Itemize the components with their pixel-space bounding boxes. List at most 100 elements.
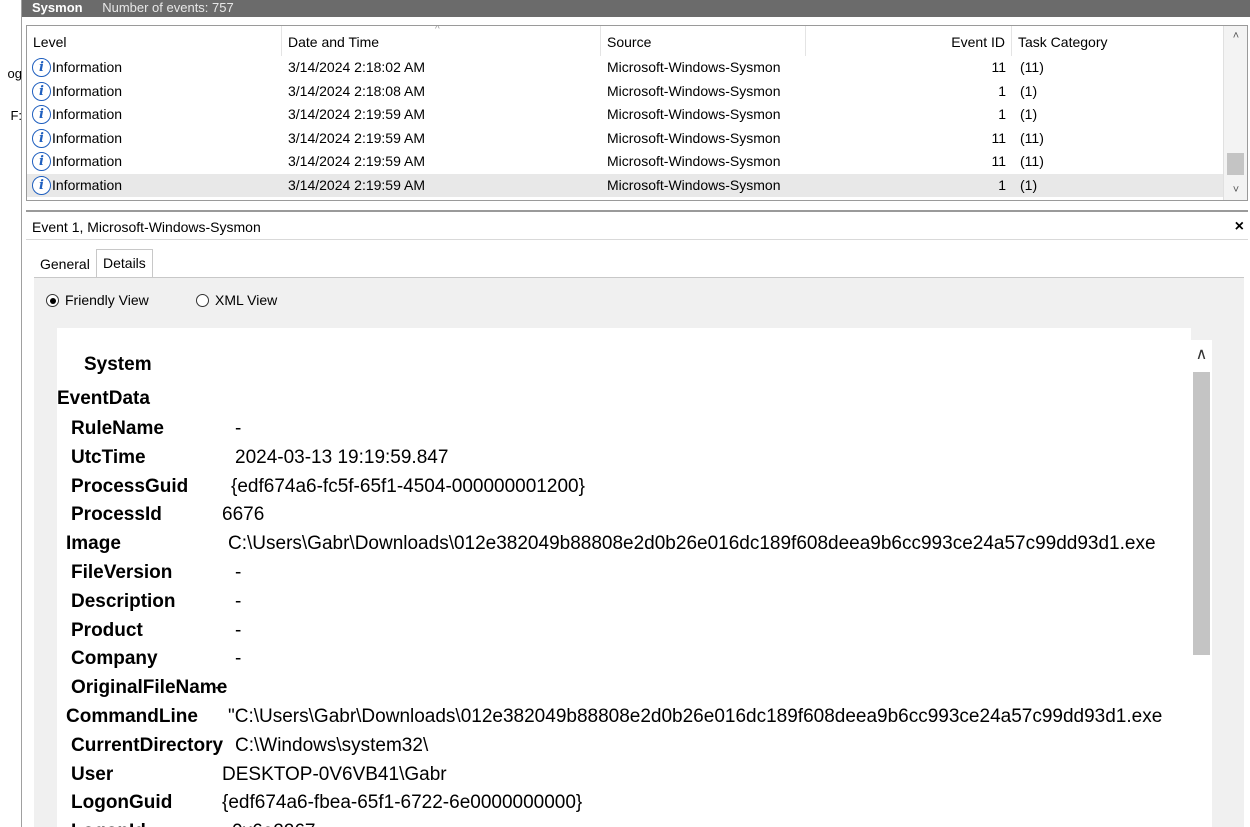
event-row[interactable]: i Information 3/14/2024 2:18:02 AM Microsof… [27, 56, 1225, 80]
event-level: Information [52, 106, 123, 122]
xml-view-option[interactable]: XML View [196, 292, 277, 308]
field-value: C:\Users\Gabr\Downloads\012e382049b88808… [228, 533, 1156, 555]
information-icon: i [32, 81, 51, 101]
close-icon[interactable]: × [1235, 212, 1244, 242]
event-source: Microsoft-Windows-Sysmon [607, 59, 781, 75]
event-list-header: Level Date and Time ^ Source Event ID Ta… [27, 26, 1225, 56]
tab-general[interactable]: General [34, 249, 96, 277]
friendly-view-label: Friendly View [65, 292, 149, 308]
field-value: - [215, 677, 222, 699]
event-id: 11 [991, 59, 1006, 75]
column-header-task-category[interactable]: Task Category [1012, 26, 1225, 56]
event-task-category: (11) [1020, 153, 1044, 169]
tab-details[interactable]: Details [96, 249, 153, 277]
field-name: Product [71, 619, 143, 641]
section-system[interactable]: System [84, 354, 152, 376]
column-header-event-id[interactable]: Event ID [806, 26, 1012, 56]
event-task-category: (1) [1020, 176, 1038, 193]
field-name: FileVersion [71, 562, 173, 583]
field-name: Description [71, 590, 176, 612]
left-pane-fragment: og [7, 66, 22, 81]
event-id: 1 [998, 106, 1006, 122]
event-id: 1 [998, 82, 1006, 99]
section-eventdata[interactable]: EventData [57, 388, 150, 410]
column-header-source[interactable]: Source [601, 26, 806, 56]
left-pane-sliver: og F: [0, 0, 22, 827]
event-source: Microsoft-Windows-Sysmon [607, 82, 781, 99]
event-level: Information [52, 82, 123, 99]
information-icon: i [32, 58, 51, 77]
field-name: Image [66, 533, 121, 555]
event-datetime: 3/14/2024 2:18:08 AM [288, 82, 425, 99]
field-value: - [235, 418, 242, 439]
event-datetime: 3/14/2024 2:18:02 AM [288, 59, 425, 75]
field-value: - [235, 619, 242, 641]
event-id: 1 [998, 176, 1006, 193]
scroll-up-icon[interactable]: ∧ [1191, 344, 1212, 364]
field-value: "C:\Users\Gabr\Downloads\012e382049b8880… [228, 706, 1163, 727]
event-datetime: 3/14/2024 2:19:59 AM [288, 129, 425, 146]
information-icon: i [32, 152, 51, 171]
event-task-category: (11) [1020, 59, 1044, 75]
field-value: - [235, 562, 242, 583]
field-name: LogonId [71, 821, 146, 827]
field-value: 0x6e2267 [232, 821, 315, 827]
log-header-bar: Sysmon Number of events: 757 [22, 0, 1250, 17]
friendly-view-option[interactable]: Friendly View [46, 292, 149, 308]
event-datetime: 3/14/2024 2:19:59 AM [288, 176, 425, 193]
column-header-level[interactable]: Level [27, 26, 282, 56]
details-panel: Friendly View XML View System EventData … [34, 278, 1244, 827]
field-name: ProcessId [71, 504, 162, 526]
event-row[interactable]: i Information 3/14/2024 2:19:59 AM Microsof… [27, 127, 1225, 151]
event-row[interactable]: i Information 3/14/2024 2:19:59 AM Microsof… [27, 150, 1225, 174]
event-list-scrollbar[interactable]: ˄ ˅ [1223, 26, 1247, 200]
field-value: 2024-03-13 19:19:59.847 [235, 446, 449, 468]
event-datetime: 3/14/2024 2:19:59 AM [288, 153, 425, 169]
event-task-category: (1) [1020, 82, 1038, 99]
event-list[interactable]: Level Date and Time ^ Source Event ID Ta… [26, 25, 1248, 201]
scrollbar-thumb[interactable] [1193, 372, 1210, 655]
information-icon: i [32, 128, 51, 148]
xml-view-label: XML View [215, 292, 278, 308]
event-row[interactable]: i Information 3/14/2024 2:19:59 AM Microsof… [27, 173, 1225, 197]
friendly-view-content: System EventData RuleName - UtcTime 2024-03… [57, 328, 1191, 827]
scroll-up-icon[interactable]: ˄ [1224, 26, 1247, 46]
event-id: 11 [991, 129, 1006, 146]
radio-unselected-icon[interactable] [196, 294, 209, 307]
field-name: RuleName [71, 418, 164, 439]
event-task-category: (1) [1020, 106, 1038, 122]
event-datetime: 3/14/2024 2:19:59 AM [288, 106, 425, 122]
field-name: CurrentDirectory [71, 734, 224, 756]
field-name: LogonGuid [71, 792, 173, 814]
field-value: {edf674a6-fbea-65f1-6722-6e0000000000} [222, 792, 583, 814]
scroll-down-icon[interactable]: ˅ [1224, 180, 1247, 200]
event-level: Information [52, 59, 123, 75]
event-row[interactable]: i Information 3/14/2024 2:18:08 AM Microsof… [27, 80, 1225, 104]
event-source: Microsoft-Windows-Sysmon [607, 176, 781, 193]
field-name: ProcessGuid [71, 475, 189, 497]
information-icon: i [32, 105, 51, 124]
details-scrollbar[interactable]: ∧ [1191, 340, 1212, 827]
field-value: C:\Windows\system32\ [235, 734, 429, 756]
event-source: Microsoft-Windows-Sysmon [607, 106, 781, 122]
event-level: Information [52, 176, 123, 193]
column-header-date-time[interactable]: Date and Time [282, 26, 601, 56]
event-level: Information [52, 153, 123, 169]
field-value: - [235, 648, 242, 670]
information-icon: i [32, 175, 51, 195]
field-name: OriginalFileName [71, 677, 228, 699]
field-name: User [71, 763, 114, 785]
event-row[interactable]: i Information 3/14/2024 2:19:59 AM Microsof… [27, 103, 1225, 127]
field-name: Company [71, 648, 158, 670]
event-detail-title: Event 1, Microsoft-Windows-Sysmon [32, 219, 261, 235]
log-name: Sysmon [32, 0, 83, 15]
field-name: CommandLine [66, 706, 198, 727]
field-name: UtcTime [71, 446, 146, 468]
field-value: {edf674a6-fc5f-65f1-4504-000000001200} [231, 475, 585, 497]
event-source: Microsoft-Windows-Sysmon [607, 129, 781, 146]
event-id: 11 [991, 153, 1006, 169]
event-level: Information [52, 129, 123, 146]
left-pane-fragment: F: [10, 108, 22, 123]
scrollbar-thumb[interactable] [1227, 153, 1244, 175]
radio-selected-icon[interactable] [46, 294, 59, 307]
